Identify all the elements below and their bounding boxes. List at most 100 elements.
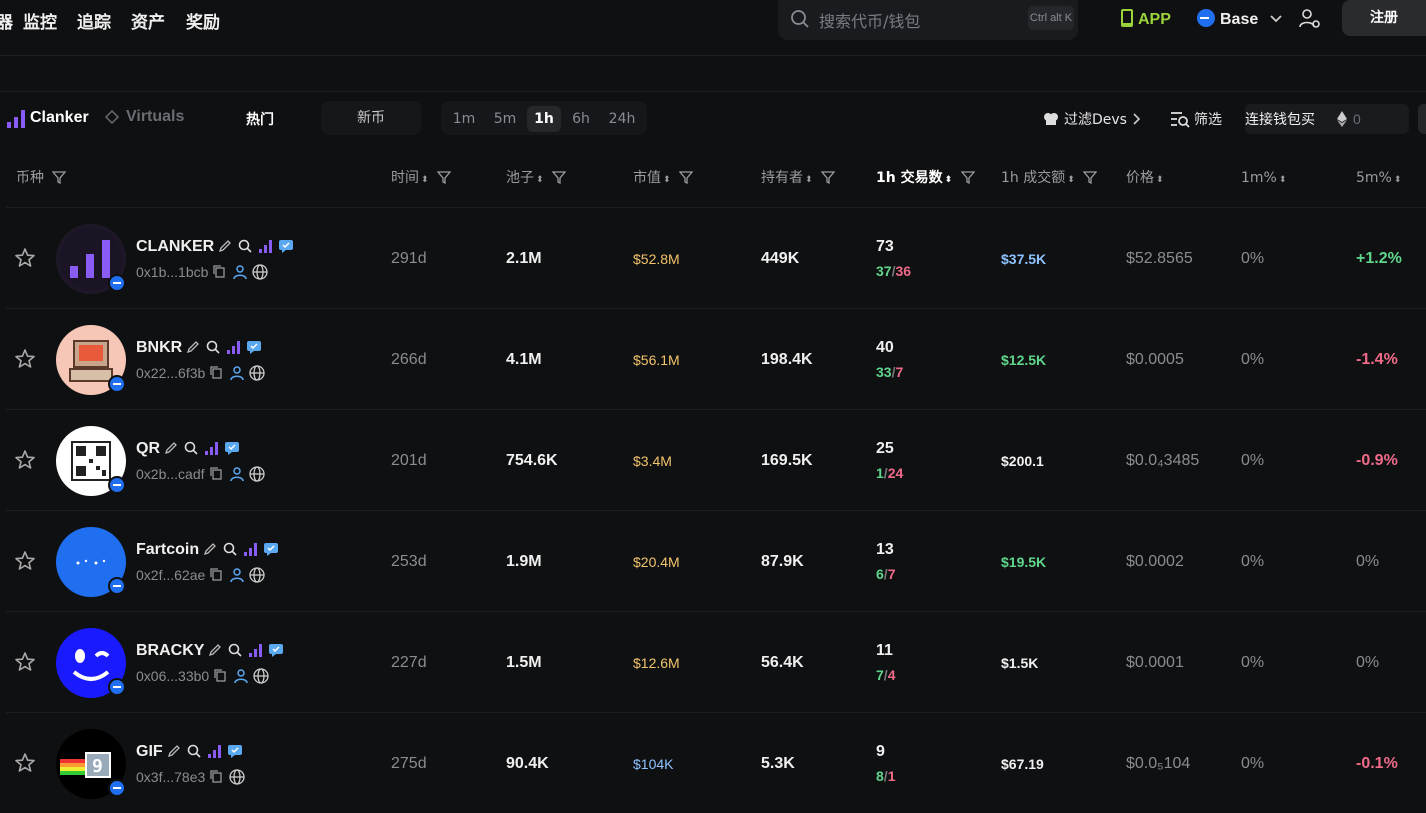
volume: $19.5K	[1001, 554, 1047, 570]
edit-icon[interactable]	[218, 239, 234, 255]
token-address[interactable]: 0x2f...62ae	[136, 567, 205, 583]
edit-icon[interactable]	[186, 340, 202, 356]
token-address[interactable]: 0x06...33b0	[136, 668, 209, 684]
timeframe-6h[interactable]: 6h	[563, 106, 599, 132]
user-settings-icon[interactable]	[1298, 7, 1322, 31]
col-tx1h[interactable]: 1h 交易数 ⬍	[876, 160, 976, 196]
col-holders[interactable]: 持有者 ⬍	[761, 160, 836, 196]
platform-clanker[interactable]: Clanker	[6, 108, 89, 128]
virtuals-logo-icon	[104, 109, 120, 125]
copy-icon[interactable]	[209, 567, 225, 583]
col-5m[interactable]: 5m% ⬍	[1356, 160, 1401, 196]
dev-user-icon[interactable]	[229, 365, 245, 381]
token-symbol[interactable]: BNKR	[136, 339, 182, 357]
col-time[interactable]: 时间 ⬍	[391, 160, 452, 196]
settings-button-edge[interactable]	[1418, 104, 1426, 134]
quick-buy-box[interactable]: 连接钱包买 0	[1245, 104, 1409, 134]
edit-icon[interactable]	[167, 744, 183, 760]
token-symbol[interactable]: BRACKY	[136, 642, 204, 660]
table-row[interactable]: CLANKER 0x1b...1bcb 291d 2.1M $52.8M 449…	[6, 207, 1426, 308]
register-button[interactable]: 注册	[1342, 0, 1426, 36]
col-price[interactable]: 价格 ⬍	[1126, 160, 1164, 196]
globe-icon[interactable]	[229, 769, 245, 785]
edit-icon[interactable]	[208, 643, 224, 659]
search-icon[interactable]	[228, 643, 244, 659]
search-box[interactable]: 搜索代币/钱包 Ctrl alt K	[778, 0, 1078, 40]
table-row[interactable]: QR 0x2b...cadf 201d 754.6K $3.4M 169.5K …	[6, 409, 1426, 510]
nav-item-partial[interactable]: 器	[0, 8, 13, 33]
col-mcap[interactable]: 市值 ⬍	[633, 160, 694, 196]
copy-icon[interactable]	[212, 264, 228, 280]
dev-user-icon[interactable]	[229, 466, 245, 482]
sell-count: 7	[887, 566, 896, 582]
globe-icon[interactable]	[249, 567, 265, 583]
token-symbol[interactable]: Fartcoin	[136, 541, 199, 559]
app-button[interactable]: APP	[1120, 8, 1171, 29]
token-address[interactable]: 0x22...6f3b	[136, 365, 205, 381]
col-coin[interactable]: 币种	[16, 160, 67, 196]
table-row[interactable]: BRACKY 0x06...33b0 227d 1.5M $12.6M 56.4…	[6, 611, 1426, 712]
platform-virtuals[interactable]: Virtuals	[104, 108, 184, 126]
base-chain-icon	[1197, 9, 1215, 27]
price: $0.0001	[1126, 654, 1184, 671]
market-cap: $12.6M	[633, 655, 680, 671]
tab-new[interactable]: 新币	[321, 101, 421, 135]
copy-icon[interactable]	[213, 668, 229, 684]
svg-text:9: 9	[92, 756, 103, 777]
nav-item-monitor[interactable]: 监控	[23, 8, 57, 33]
token-address[interactable]: 0x1b...1bcb	[136, 264, 208, 280]
chain-selector[interactable]: Base	[1196, 8, 1283, 29]
star-icon[interactable]	[14, 550, 36, 577]
globe-icon[interactable]	[253, 668, 269, 684]
edit-icon[interactable]	[203, 542, 219, 558]
pool-size: 754.6K	[506, 452, 558, 469]
token-symbol[interactable]: CLANKER	[136, 238, 214, 256]
token-address[interactable]: 0x2b...cadf	[136, 466, 205, 482]
star-icon[interactable]	[14, 752, 36, 779]
timeframe-24h[interactable]: 24h	[603, 106, 641, 132]
edit-icon[interactable]	[164, 441, 180, 457]
dev-user-icon[interactable]	[233, 668, 249, 684]
clanker-platform-icon	[248, 643, 264, 659]
table-row[interactable]: BNKR 0x22...6f3b 266d 4.1M $56.1M 198.4K…	[6, 308, 1426, 409]
search-icon[interactable]	[187, 744, 203, 760]
search-icon[interactable]	[184, 441, 200, 457]
star-icon[interactable]	[14, 449, 36, 476]
token-symbol[interactable]: QR	[136, 440, 160, 458]
globe-icon[interactable]	[249, 365, 265, 381]
col-pool[interactable]: 池子 ⬍	[506, 160, 567, 196]
col-vol1h[interactable]: 1h 成交额 ⬍	[1001, 160, 1098, 196]
chevron-down-icon	[1270, 15, 1282, 23]
star-icon[interactable]	[14, 651, 36, 678]
globe-icon[interactable]	[248, 466, 265, 482]
globe-icon[interactable]	[252, 264, 269, 280]
table-row[interactable]: 9 GIF 0x3f...78e3 275d 90.4K $104K 5.3K …	[6, 712, 1426, 813]
search-icon[interactable]	[223, 542, 239, 558]
nav-item-rewards[interactable]: 奖励	[186, 8, 220, 33]
nav-item-assets[interactable]: 资产	[131, 8, 165, 33]
token-address[interactable]: 0x3f...78e3	[136, 769, 205, 785]
col-1m[interactable]: 1m% ⬍	[1241, 160, 1286, 196]
buy-amount-input[interactable]: 0	[1353, 111, 1361, 127]
tab-hot[interactable]: 热门	[246, 109, 274, 129]
nav-item-track[interactable]: 追踪	[77, 8, 111, 33]
table-row[interactable]: Fartcoin 0x2f...62ae 253d 1.9M $20.4M 87…	[6, 510, 1426, 611]
screen-button[interactable]: 筛选	[1170, 109, 1222, 129]
copy-icon[interactable]	[209, 769, 225, 785]
base-chain-badge-icon	[108, 375, 126, 393]
dev-user-icon[interactable]	[232, 264, 248, 280]
copy-icon[interactable]	[209, 365, 225, 381]
search-input[interactable]: 搜索代币/钱包	[819, 8, 920, 32]
token-symbol[interactable]: GIF	[136, 743, 163, 761]
search-icon[interactable]	[206, 340, 222, 356]
verified-badge-icon	[278, 239, 294, 255]
timeframe-1h[interactable]: 1h	[527, 106, 561, 132]
copy-icon[interactable]	[209, 466, 225, 482]
star-icon[interactable]	[14, 348, 36, 375]
search-icon[interactable]	[238, 239, 254, 255]
star-icon[interactable]	[14, 247, 36, 274]
timeframe-1m[interactable]: 1m	[447, 106, 481, 132]
filter-devs-button[interactable]: 过滤Devs	[1042, 109, 1141, 129]
dev-user-icon[interactable]	[229, 567, 245, 583]
timeframe-5m[interactable]: 5m	[487, 106, 523, 132]
